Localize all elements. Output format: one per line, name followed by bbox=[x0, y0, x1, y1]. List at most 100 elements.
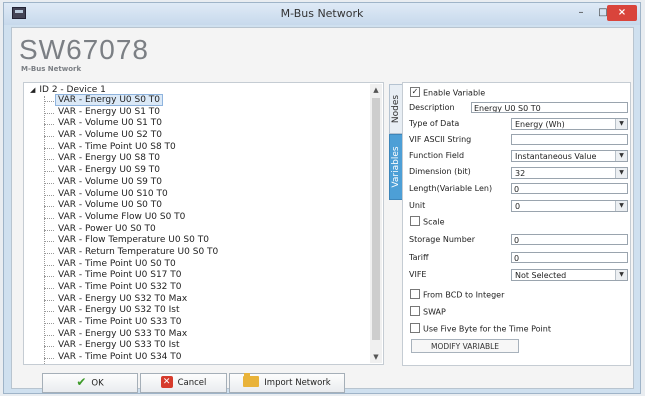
tree-variable-item[interactable]: VAR - Volume U0 S10 T0 bbox=[43, 189, 218, 201]
bcd-label: From BCD to Integer bbox=[423, 290, 505, 300]
scale-checkbox[interactable] bbox=[410, 216, 420, 226]
tree-variable-label: VAR - Volume U0 S2 T0 bbox=[58, 130, 162, 141]
tree-scrollbar[interactable]: ▲ ▼ bbox=[370, 84, 382, 363]
cancel-button[interactable]: ✕ Cancel bbox=[140, 373, 227, 393]
tree-variable-label: VAR - Energy U0 S34 T0 Max bbox=[58, 364, 187, 365]
tree-variable-item[interactable]: VAR - Energy U0 S1 T0 bbox=[43, 107, 218, 119]
description-label: Description bbox=[409, 103, 455, 112]
unit-select[interactable]: 0 ▼ bbox=[511, 200, 628, 212]
scroll-thumb[interactable] bbox=[372, 98, 380, 340]
folder-icon bbox=[243, 373, 260, 387]
bcd-checkbox[interactable] bbox=[410, 289, 420, 299]
tree-variable-item[interactable]: VAR - Flow Temperature U0 S0 T0 bbox=[43, 235, 218, 247]
check-icon: ✔ bbox=[76, 375, 87, 389]
ok-button[interactable]: ✔ OK bbox=[42, 373, 138, 393]
minimize-button[interactable]: – bbox=[570, 5, 592, 21]
tree-variable-item[interactable]: VAR - Return Temperature U0 S0 T0 bbox=[43, 247, 218, 259]
tree-variable-item[interactable]: VAR - Volume U0 S0 T0 bbox=[43, 200, 218, 212]
five-byte-label: Use Five Byte for the Time Point bbox=[423, 324, 551, 334]
tree-variable-item[interactable]: VAR - Time Point U0 S32 T0 bbox=[43, 282, 218, 294]
app-window: M-Bus Network – □ × SW67078 M-Bus Networ… bbox=[3, 2, 641, 394]
tree-variable-label: VAR - Time Point U0 S8 T0 bbox=[58, 141, 176, 152]
tree-variable-label: VAR - Volume U0 S10 T0 bbox=[58, 188, 168, 199]
tree-variable-item[interactable]: VAR - Energy U0 S32 T0 Max bbox=[43, 294, 218, 306]
enable-variable-checkbox[interactable]: ✓ bbox=[410, 87, 420, 97]
tree-variable-label: VAR - Energy U0 S32 T0 Ist bbox=[58, 305, 180, 316]
enable-variable-label: Enable Variable bbox=[423, 88, 486, 98]
tree-variable-item[interactable]: VAR - Volume U0 S1 T0 bbox=[43, 118, 218, 130]
five-byte-checkbox[interactable] bbox=[410, 323, 420, 333]
vife-select[interactable]: Not Selected ▼ bbox=[511, 269, 628, 281]
storage-number-label: Storage Number bbox=[409, 235, 475, 244]
device-tree[interactable]: ◢ ID 2 - Device 1 VAR - Energy U0 S0 T0 VA… bbox=[23, 82, 384, 365]
scroll-down-icon[interactable]: ▼ bbox=[370, 353, 382, 361]
tree-variable-label: VAR - Volume U0 S9 T0 bbox=[58, 176, 162, 187]
description-field[interactable]: Energy U0 S0 T0 bbox=[471, 102, 628, 113]
tree-variable-item[interactable]: VAR - Energy U0 S34 T0 Max bbox=[43, 364, 218, 365]
tab-nodes-label: Nodes bbox=[391, 94, 401, 124]
import-network-button[interactable]: Import Network bbox=[229, 373, 345, 393]
tree-variable-item[interactable]: VAR - Volume U0 S2 T0 bbox=[43, 130, 218, 142]
tree-variable-item[interactable]: VAR - Energy U0 S0 T0 bbox=[43, 94, 218, 107]
modify-variable-button[interactable]: MODIFY VARIABLE bbox=[411, 339, 519, 353]
tree-variable-label: VAR - Volume U0 S0 T0 bbox=[58, 200, 162, 211]
tree-variable-label: VAR - Energy U0 S0 T0 bbox=[55, 94, 164, 106]
cancel-x-icon: ✕ bbox=[160, 375, 173, 388]
tree-variable-label: VAR - Energy U0 S8 T0 bbox=[58, 153, 161, 164]
window-title: M-Bus Network bbox=[280, 7, 364, 20]
function-field-select[interactable]: Instantaneous Value ▼ bbox=[511, 150, 628, 162]
swap-label: SWAP bbox=[423, 307, 446, 317]
tree-variable-item[interactable]: VAR - Volume Flow U0 S0 T0 bbox=[43, 212, 218, 224]
tree-variable-item[interactable]: VAR - Time Point U0 S8 T0 bbox=[43, 142, 218, 154]
storage-number-field[interactable]: 0 bbox=[511, 234, 628, 245]
type-of-data-select[interactable]: Energy (Wh) ▼ bbox=[511, 118, 628, 130]
vif-ascii-label: VIF ASCII String bbox=[409, 135, 472, 144]
tree-variable-label: VAR - Return Temperature U0 S0 T0 bbox=[58, 246, 219, 257]
type-of-data-label: Type of Data bbox=[409, 119, 460, 128]
tree-variable-label: VAR - Flow Temperature U0 S0 T0 bbox=[58, 235, 209, 246]
tree-variable-item[interactable]: VAR - Time Point U0 S34 T0 bbox=[43, 352, 218, 364]
length-label: Length(Variable Len) bbox=[409, 184, 493, 193]
swap-row[interactable]: SWAP bbox=[410, 306, 446, 317]
dropdown-arrow-icon[interactable]: ▼ bbox=[615, 168, 627, 178]
tree-variable-label: VAR - Time Point U0 S33 T0 bbox=[58, 317, 182, 328]
tab-variables[interactable]: Variables bbox=[389, 134, 403, 200]
import-label: Import Network bbox=[264, 378, 331, 388]
tree-variable-item[interactable]: VAR - Energy U0 S8 T0 bbox=[43, 153, 218, 165]
tab-nodes[interactable]: Nodes bbox=[389, 84, 403, 134]
tree-variable-item[interactable]: VAR - Energy U0 S33 T0 Ist bbox=[43, 340, 218, 352]
tree-variable-item[interactable]: VAR - Time Point U0 S0 T0 bbox=[43, 259, 218, 271]
tree-variable-item[interactable]: VAR - Energy U0 S32 T0 Ist bbox=[43, 305, 218, 317]
close-button[interactable]: × bbox=[607, 5, 637, 21]
expand-caret-icon[interactable]: ◢ bbox=[30, 86, 35, 94]
tree-variable-item[interactable]: VAR - Energy U0 S33 T0 Max bbox=[43, 329, 218, 341]
dropdown-arrow-icon[interactable]: ▼ bbox=[615, 151, 627, 161]
enable-variable-row[interactable]: ✓ Enable Variable bbox=[410, 87, 486, 98]
tree-variable-item[interactable]: VAR - Time Point U0 S33 T0 bbox=[43, 317, 218, 329]
ok-label: OK bbox=[91, 378, 104, 389]
dropdown-arrow-icon[interactable]: ▼ bbox=[615, 201, 627, 211]
five-byte-row[interactable]: Use Five Byte for the Time Point bbox=[410, 323, 551, 334]
tree-variable-label: VAR - Energy U0 S33 T0 Max bbox=[58, 328, 188, 339]
cancel-label: Cancel bbox=[177, 378, 207, 388]
dropdown-arrow-icon[interactable]: ▼ bbox=[615, 119, 627, 129]
bcd-row[interactable]: From BCD to Integer bbox=[410, 289, 505, 300]
vif-ascii-field[interactable] bbox=[511, 134, 628, 145]
scroll-up-icon[interactable]: ▲ bbox=[370, 86, 382, 94]
length-field[interactable]: 0 bbox=[511, 183, 628, 194]
dropdown-arrow-icon[interactable]: ▼ bbox=[615, 270, 627, 280]
tree-variable-label: VAR - Time Point U0 S17 T0 bbox=[58, 270, 182, 281]
tree-variable-item[interactable]: VAR - Energy U0 S9 T0 bbox=[43, 165, 218, 177]
tree-variable-item[interactable]: VAR - Power U0 S0 T0 bbox=[43, 224, 218, 236]
tree-variable-item[interactable]: VAR - Time Point U0 S17 T0 bbox=[43, 270, 218, 282]
scale-row[interactable]: Scale bbox=[410, 216, 445, 227]
swap-checkbox[interactable] bbox=[410, 306, 420, 316]
client-area: SW67078 M-Bus Network ◢ ID 2 - Device 1 V… bbox=[11, 27, 634, 393]
function-field-label: Function Field bbox=[409, 151, 465, 160]
tariff-field[interactable]: 0 bbox=[511, 252, 628, 263]
title-bar[interactable]: M-Bus Network – □ × bbox=[4, 3, 640, 25]
tree-variable-item[interactable]: VAR - Volume U0 S9 T0 bbox=[43, 177, 218, 189]
dimension-label: Dimension (bit) bbox=[409, 167, 471, 176]
dimension-select[interactable]: 32 ▼ bbox=[511, 167, 628, 179]
tree-variable-label: VAR - Energy U0 S1 T0 bbox=[58, 106, 161, 117]
